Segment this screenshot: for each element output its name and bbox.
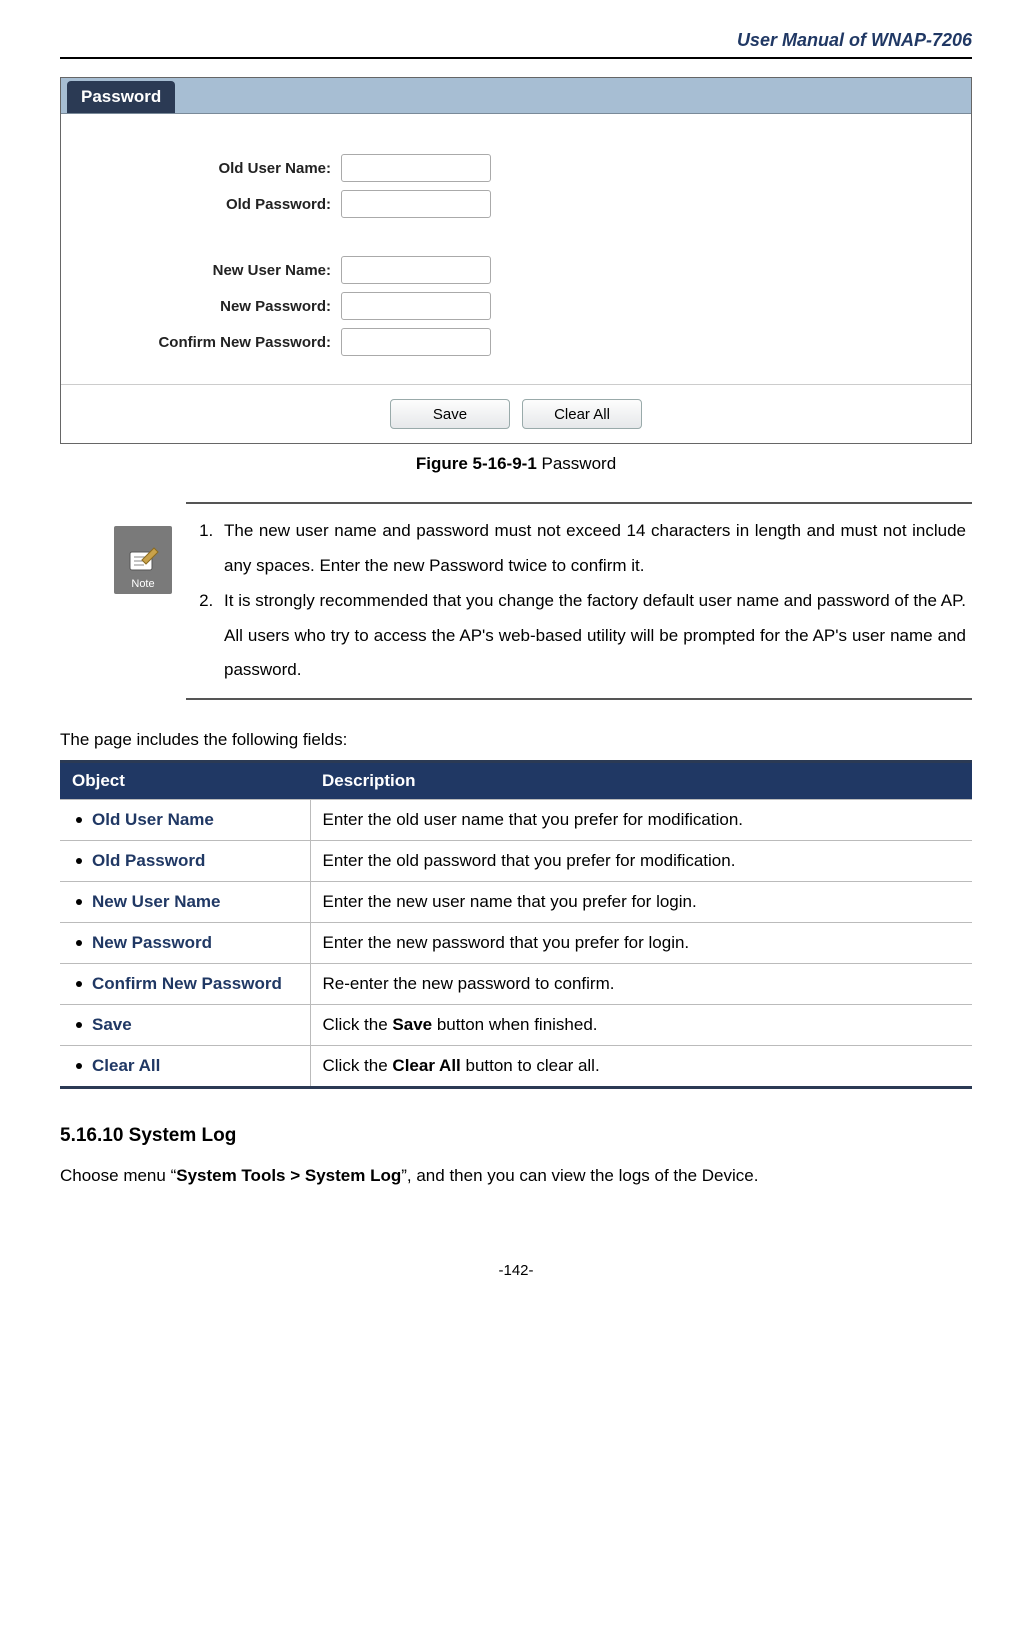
password-panel: Password Old User Name: Old Password: Ne… bbox=[60, 77, 972, 444]
object-cell: New User Name bbox=[60, 882, 310, 923]
manual-header: User Manual of WNAP-7206 bbox=[60, 30, 972, 57]
th-description: Description bbox=[310, 762, 972, 800]
save-button[interactable]: Save bbox=[390, 399, 510, 429]
object-cell: Clear All bbox=[60, 1046, 310, 1088]
pencil-note-icon bbox=[126, 546, 160, 576]
desc-bold: Save bbox=[392, 1015, 432, 1034]
object-label: Old Password bbox=[92, 851, 205, 870]
page-number: -142- bbox=[60, 1262, 972, 1279]
note-item-1: The new user name and password must not … bbox=[218, 514, 966, 584]
header-rule bbox=[60, 57, 972, 59]
label-new-user-name: New User Name: bbox=[101, 262, 341, 279]
figure-title: Password bbox=[537, 454, 616, 473]
object-label: Confirm New Password bbox=[92, 974, 282, 993]
panel-body: Old User Name: Old Password: New User Na… bbox=[61, 114, 971, 385]
section-body: Choose menu “System Tools > System Log”,… bbox=[60, 1161, 972, 1192]
table-row: New Password Enter the new password that … bbox=[60, 923, 972, 964]
table-row: Confirm New Password Re-enter the new pas… bbox=[60, 964, 972, 1005]
desc-pre: Click the bbox=[323, 1015, 393, 1034]
description-cell: Enter the old password that you prefer f… bbox=[310, 841, 972, 882]
desc-pre: Enter the new password that you prefer f… bbox=[323, 933, 690, 952]
fields-table: Object Description Old User Name Enter th… bbox=[60, 760, 972, 1089]
object-cell: New Password bbox=[60, 923, 310, 964]
note-text: The new user name and password must not … bbox=[186, 502, 972, 700]
section-body-pre: Choose menu “ bbox=[60, 1166, 176, 1185]
section-body-bold: System Tools > System Log bbox=[176, 1166, 401, 1185]
object-label: New User Name bbox=[92, 892, 221, 911]
bullet-icon bbox=[76, 899, 82, 905]
old-user-name-input[interactable] bbox=[341, 154, 491, 182]
table-row: Old Password Enter the old password that … bbox=[60, 841, 972, 882]
tab-password[interactable]: Password bbox=[67, 81, 175, 113]
desc-post: button when finished. bbox=[432, 1015, 597, 1034]
table-row: Clear AllClick the Clear All button to c… bbox=[60, 1046, 972, 1088]
table-row: New User Name Enter the new user name tha… bbox=[60, 882, 972, 923]
bullet-icon bbox=[76, 940, 82, 946]
object-cell: Save bbox=[60, 1005, 310, 1046]
label-new-password: New Password: bbox=[101, 298, 341, 315]
new-user-name-input[interactable] bbox=[341, 256, 491, 284]
button-bar: Save Clear All bbox=[61, 385, 971, 443]
tab-bar: Password bbox=[61, 78, 971, 114]
new-password-input[interactable] bbox=[341, 292, 491, 320]
description-cell: Enter the new user name that you prefer … bbox=[310, 882, 972, 923]
desc-pre: Enter the old password that you prefer f… bbox=[323, 851, 736, 870]
bullet-icon bbox=[76, 817, 82, 823]
note-block: Note The new user name and password must… bbox=[114, 502, 972, 700]
object-cell: Confirm New Password bbox=[60, 964, 310, 1005]
clear-all-button[interactable]: Clear All bbox=[522, 399, 642, 429]
label-old-password: Old Password: bbox=[101, 196, 341, 213]
bullet-icon bbox=[76, 1063, 82, 1069]
bullet-icon bbox=[76, 1022, 82, 1028]
table-row: Old User Name Enter the old user name tha… bbox=[60, 800, 972, 841]
object-cell: Old User Name bbox=[60, 800, 310, 841]
desc-pre: Click the bbox=[323, 1056, 393, 1075]
note-icon: Note bbox=[114, 526, 172, 594]
table-row: SaveClick the Save button when finished. bbox=[60, 1005, 972, 1046]
label-old-user-name: Old User Name: bbox=[101, 160, 341, 177]
object-cell: Old Password bbox=[60, 841, 310, 882]
desc-pre: Enter the old user name that you prefer … bbox=[323, 810, 744, 829]
section-heading: 5.16.10 System Log bbox=[60, 1125, 972, 1147]
figure-number: Figure 5-16-9-1 bbox=[416, 454, 537, 473]
bullet-icon bbox=[76, 981, 82, 987]
confirm-new-password-input[interactable] bbox=[341, 328, 491, 356]
description-cell: Enter the old user name that you prefer … bbox=[310, 800, 972, 841]
object-label: Save bbox=[92, 1015, 132, 1034]
object-label: New Password bbox=[92, 933, 212, 952]
object-label: Clear All bbox=[92, 1056, 160, 1075]
label-confirm-new-password: Confirm New Password: bbox=[101, 334, 341, 351]
desc-pre: Enter the new user name that you prefer … bbox=[323, 892, 697, 911]
desc-bold: Clear All bbox=[392, 1056, 460, 1075]
note-item-2: It is strongly recommended that you chan… bbox=[218, 584, 966, 689]
th-object: Object bbox=[60, 762, 310, 800]
object-label: Old User Name bbox=[92, 810, 214, 829]
section-body-post: ”, and then you can view the logs of the… bbox=[401, 1166, 758, 1185]
bullet-icon bbox=[76, 858, 82, 864]
description-cell: Enter the new password that you prefer f… bbox=[310, 923, 972, 964]
fields-intro: The page includes the following fields: bbox=[60, 730, 972, 750]
description-cell: Click the Clear All button to clear all. bbox=[310, 1046, 972, 1088]
desc-pre: Re-enter the new password to confirm. bbox=[323, 974, 615, 993]
description-cell: Re-enter the new password to confirm. bbox=[310, 964, 972, 1005]
desc-post: button to clear all. bbox=[461, 1056, 600, 1075]
old-password-input[interactable] bbox=[341, 190, 491, 218]
figure-caption: Figure 5-16-9-1 Password bbox=[60, 454, 972, 474]
note-label: Note bbox=[131, 578, 154, 590]
description-cell: Click the Save button when finished. bbox=[310, 1005, 972, 1046]
